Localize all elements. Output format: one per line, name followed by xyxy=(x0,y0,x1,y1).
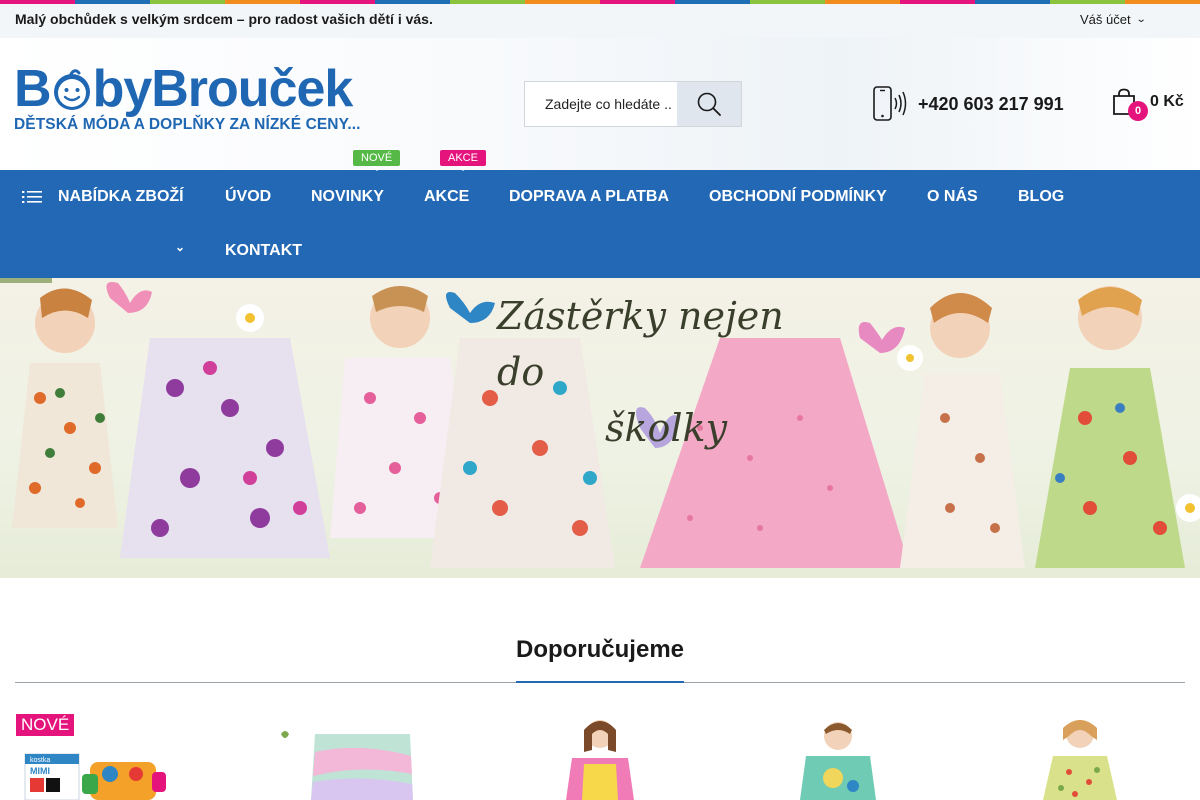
chevron-down-icon[interactable]: ⌄ xyxy=(175,240,185,254)
list-icon xyxy=(22,191,42,203)
main-navigation: NABÍDKA ZBOŽÍ ⌄ ÚVOD NOVÉ NOVINKY AKCE A… xyxy=(0,150,1200,278)
nav-item-news[interactable]: NOVINKY xyxy=(311,188,384,206)
page: Malý obchůdek s velkým srdcem – pro rado… xyxy=(0,0,1200,800)
shop-tagline: Malý obchůdek s velkým srdcem – pro rado… xyxy=(15,11,433,27)
nav-item-terms[interactable]: OBCHODNÍ PODMÍNKY xyxy=(709,188,887,206)
new-badge: NOVÉ xyxy=(16,714,75,736)
search-button[interactable] xyxy=(677,82,741,126)
dress-butterflies xyxy=(120,338,330,558)
product-card[interactable] xyxy=(520,712,680,800)
child-1 xyxy=(12,288,118,528)
logo-slogan: DĚTSKÁ MÓDA A DOPLŇKY ZA NÍZKÉ CENY... xyxy=(14,116,361,133)
top-bar: Malý obchůdek s velkým srdcem – pro rado… xyxy=(0,4,1200,38)
product-card[interactable] xyxy=(758,712,918,800)
nav-item-home[interactable]: ÚVOD xyxy=(225,188,271,206)
nav-catalog[interactable]: NABÍDKA ZBOŽÍ xyxy=(22,188,184,206)
phone-number: +420 603 217 991 xyxy=(918,93,1064,114)
chevron-down-icon: ⌄ xyxy=(1135,14,1147,25)
logo-wordmark: B byBrouček xyxy=(14,60,353,118)
product-image xyxy=(800,722,876,800)
account-label: Váš účet xyxy=(1080,12,1131,27)
banner-title-line-2: školky xyxy=(605,406,728,450)
baby-face-icon xyxy=(53,69,90,110)
site-header: B byBrouček DĚTSKÁ MÓDA A DOPLŇKY ZA NÍZ… xyxy=(0,38,1200,170)
product-box-line-1: kostka xyxy=(30,757,50,764)
cart-button[interactable]: 0 0 Kč xyxy=(1112,88,1184,121)
product-box-line-2: MIMI xyxy=(30,766,50,776)
cart-count-badge: 0 xyxy=(1128,101,1148,121)
nav-item-about[interactable]: O NÁS xyxy=(927,188,978,206)
section-title: Doporučujeme xyxy=(515,636,685,663)
product-image xyxy=(566,720,634,800)
search-input[interactable] xyxy=(525,82,677,126)
nav-item-blog[interactable]: BLOG xyxy=(1018,188,1064,206)
nav-item-contact[interactable]: KONTAKT xyxy=(225,242,302,260)
child-7 xyxy=(1035,286,1185,568)
section-title-underline xyxy=(516,681,684,683)
phone-icon xyxy=(873,86,907,121)
product-image xyxy=(281,731,413,800)
banner-title: Zástěrky nejen do školky xyxy=(497,288,837,456)
shopping-bag-icon: 0 xyxy=(1112,88,1148,121)
product-card[interactable] xyxy=(1003,712,1158,800)
phone-contact[interactable]: +420 603 217 991 xyxy=(872,86,1064,122)
search-icon xyxy=(697,92,721,116)
banner-title-line-1: Zástěrky nejen do xyxy=(497,294,784,394)
nav-item-sale[interactable]: AKCE xyxy=(424,188,469,206)
child-6 xyxy=(900,293,1025,568)
search-box xyxy=(524,81,742,127)
hero-banner[interactable]: Zástěrky nejen do školky xyxy=(0,278,1200,578)
nav-tag-new: NOVÉ xyxy=(353,150,401,171)
nav-tag-sale: AKCE xyxy=(440,150,486,171)
nav-item-shipping[interactable]: DOPRAVA A PLATBA xyxy=(509,188,669,206)
cart-total: 0 Kč xyxy=(1150,93,1184,110)
product-image xyxy=(1043,720,1117,800)
account-menu[interactable]: Váš účet ⌄ xyxy=(1080,12,1147,27)
logo[interactable]: B byBrouček DĚTSKÁ MÓDA A DOPLŇKY ZA NÍZ… xyxy=(14,58,374,138)
product-carousel: kostka MIMI xyxy=(0,712,1200,800)
nav-catalog-label: NABÍDKA ZBOŽÍ xyxy=(58,188,184,205)
product-card[interactable] xyxy=(275,712,425,800)
